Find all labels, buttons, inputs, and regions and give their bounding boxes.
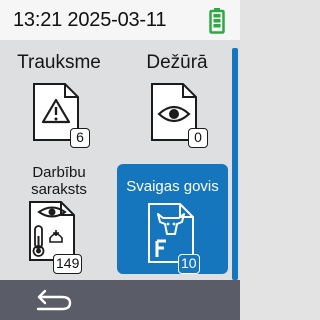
tile-on-duty[interactable]: Dežūrā 0	[122, 46, 232, 158]
status-bar: 13:21 2025-03-11	[0, 0, 240, 40]
back-arrow-icon	[36, 289, 72, 311]
status-time: 13:21	[13, 9, 63, 31]
tile-alarm-label: Trauksme	[17, 52, 101, 73]
menu-grid: Trauksme 6 Dežūrā 0 Darbību saraksts 149…	[0, 40, 240, 280]
status-date: 2025-03-11	[67, 9, 167, 31]
tile-alarm[interactable]: Trauksme 6	[4, 46, 114, 158]
tile-task-list-label: Darbību saraksts	[4, 164, 114, 198]
scrollbar[interactable]	[232, 48, 238, 280]
tile-task-list-label-line-2: saraksts	[31, 181, 87, 198]
tile-task-list[interactable]: Darbību saraksts 149	[4, 162, 114, 274]
tile-fresh-cows[interactable]: Svaigas govis 10	[117, 164, 228, 274]
back-button[interactable]	[28, 284, 80, 316]
tile-fresh-cows-count: 10	[178, 254, 200, 274]
tile-task-list-label-line-1: Darbību	[32, 164, 86, 181]
task-list-document-icon	[29, 201, 75, 261]
tile-fresh-cows-label: Svaigas govis	[126, 178, 219, 195]
tile-on-duty-count: 0	[188, 128, 208, 148]
tile-task-list-count: 149	[53, 254, 83, 274]
clock: 13:21 2025-03-11	[13, 9, 166, 32]
tile-alarm-count: 6	[70, 128, 90, 148]
battery-icon	[209, 8, 225, 34]
tile-on-duty-label: Dežūrā	[146, 52, 208, 73]
bottom-bar	[0, 280, 240, 320]
